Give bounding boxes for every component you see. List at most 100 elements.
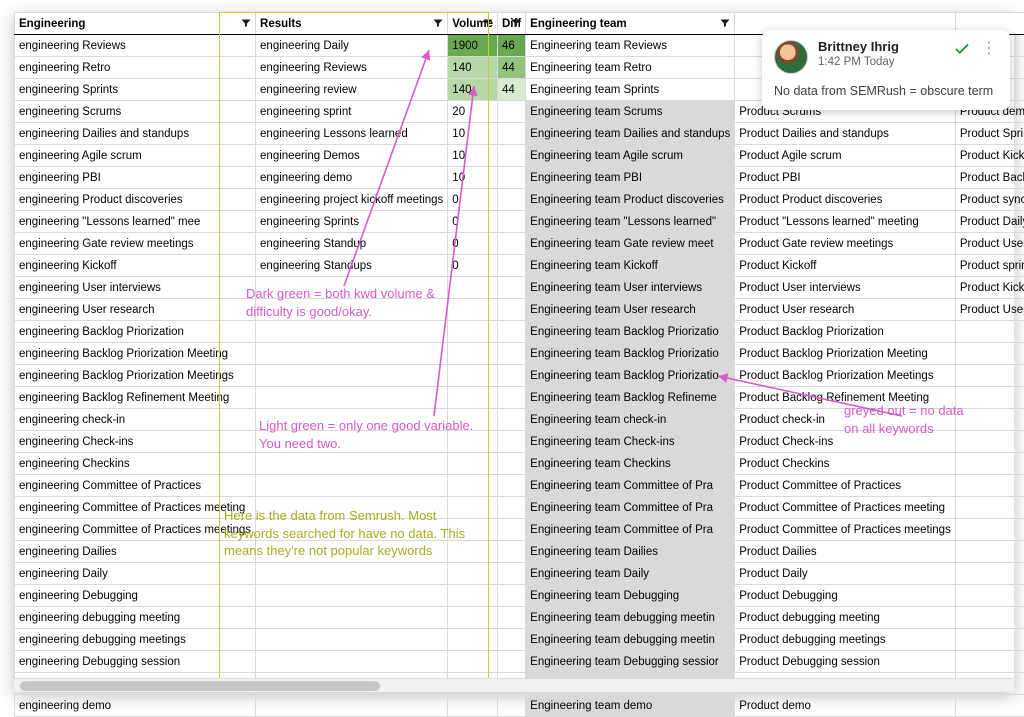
cell[interactable]: 0 bbox=[448, 233, 498, 255]
cell[interactable]: Engineering team Scrums bbox=[526, 101, 735, 123]
table-row[interactable]: engineering Committee of Practices meeti… bbox=[15, 497, 1024, 519]
table-row[interactable]: engineering Dailies Engineering team Dail… bbox=[15, 541, 1024, 563]
cell[interactable]: Product debugging meeting bbox=[735, 607, 956, 629]
table-row[interactable]: engineering DebuggingEngineering team De… bbox=[15, 585, 1024, 607]
cell[interactable]: Engineering team PBI bbox=[526, 167, 735, 189]
cell[interactable] bbox=[448, 497, 498, 519]
cell[interactable]: Product Committee of Practices meeting bbox=[735, 497, 956, 519]
cell[interactable] bbox=[497, 189, 525, 211]
cell[interactable]: engineering Debugging session bbox=[15, 651, 256, 673]
cell[interactable] bbox=[955, 409, 1024, 431]
cell[interactable]: engineering Lessons learned bbox=[256, 123, 448, 145]
cell[interactable]: Product Kickoff bbox=[955, 277, 1024, 299]
cell[interactable] bbox=[256, 453, 448, 475]
cell[interactable]: Product User research bbox=[735, 299, 956, 321]
cell[interactable]: engineering Backlog Priorization Meeting bbox=[15, 343, 256, 365]
cell[interactable]: Product sprint bbox=[955, 255, 1024, 277]
cell[interactable]: engineering project kickoff meetings bbox=[256, 189, 448, 211]
table-row[interactable]: engineering Backlog Refinement MeetingEn… bbox=[15, 387, 1024, 409]
cell[interactable]: 10 bbox=[448, 145, 498, 167]
cell[interactable] bbox=[448, 607, 498, 629]
cell[interactable] bbox=[448, 629, 498, 651]
table-row[interactable]: engineering Committee of Practices meeti… bbox=[15, 519, 1024, 541]
cell[interactable]: Product Debugging bbox=[735, 585, 956, 607]
cell[interactable]: engineering Dailies and standups bbox=[15, 123, 256, 145]
cell[interactable]: Product PBI bbox=[735, 167, 956, 189]
filter-icon[interactable] bbox=[719, 17, 731, 29]
cell[interactable] bbox=[497, 343, 525, 365]
cell[interactable] bbox=[256, 409, 448, 431]
cell[interactable] bbox=[497, 233, 525, 255]
cell[interactable] bbox=[497, 255, 525, 277]
cell[interactable] bbox=[497, 629, 525, 651]
table-row[interactable]: engineering DailyEngineering team DailyP… bbox=[15, 563, 1024, 585]
cell[interactable]: engineering Backlog Refinement Meeting bbox=[15, 387, 256, 409]
cell[interactable]: engineering Backlog Priorization Meeting… bbox=[15, 365, 256, 387]
header-volume[interactable]: Volume bbox=[448, 13, 498, 35]
cell[interactable] bbox=[497, 167, 525, 189]
cell[interactable]: Product Kickoff bbox=[735, 255, 956, 277]
cell[interactable]: engineering check-in bbox=[15, 409, 256, 431]
table-row[interactable]: engineering User interviewsEngineering t… bbox=[15, 277, 1024, 299]
cell[interactable]: Engineering team Gate review meet bbox=[526, 233, 735, 255]
cell[interactable]: Engineering team Product discoveries bbox=[526, 189, 735, 211]
cell[interactable]: Product Daily bbox=[735, 563, 956, 585]
table-row[interactable]: engineering Dailies and standupsengineer… bbox=[15, 123, 1024, 145]
cell[interactable] bbox=[955, 365, 1024, 387]
cell[interactable]: 44 bbox=[497, 79, 525, 101]
cell[interactable]: Engineering team Dailies bbox=[526, 541, 735, 563]
cell[interactable]: Engineering team Sprints bbox=[526, 79, 735, 101]
cell[interactable] bbox=[256, 387, 448, 409]
cell[interactable]: Product User res bbox=[955, 233, 1024, 255]
cell[interactable]: engineering Dailies bbox=[15, 541, 256, 563]
cell[interactable] bbox=[955, 431, 1024, 453]
cell[interactable] bbox=[256, 629, 448, 651]
cell[interactable] bbox=[448, 475, 498, 497]
cell[interactable] bbox=[955, 387, 1024, 409]
cell[interactable]: Product Product discoveries bbox=[735, 189, 956, 211]
cell[interactable]: Product Kickoff m bbox=[955, 145, 1024, 167]
horizontal-scrollbar[interactable] bbox=[14, 678, 1014, 692]
cell[interactable] bbox=[497, 453, 525, 475]
cell[interactable] bbox=[256, 651, 448, 673]
cell[interactable]: Engineering team "Lessons learned" bbox=[526, 211, 735, 233]
cell[interactable] bbox=[448, 695, 498, 717]
cell[interactable] bbox=[955, 651, 1024, 673]
cell[interactable]: 0 bbox=[448, 211, 498, 233]
cell[interactable]: Engineering team Kickoff bbox=[526, 255, 735, 277]
table-row[interactable]: engineering Backlog PriorizationEngineer… bbox=[15, 321, 1024, 343]
table-row[interactable]: engineering Committee of PracticesEngine… bbox=[15, 475, 1024, 497]
cell[interactable] bbox=[448, 299, 498, 321]
cell[interactable]: Engineering team Backlog Priorizatio bbox=[526, 365, 735, 387]
cell[interactable]: Engineering team Agile scrum bbox=[526, 145, 735, 167]
cell[interactable] bbox=[497, 321, 525, 343]
cell[interactable] bbox=[497, 409, 525, 431]
cell[interactable] bbox=[497, 145, 525, 167]
cell[interactable]: engineering Kickoff bbox=[15, 255, 256, 277]
filter-icon[interactable] bbox=[240, 17, 252, 29]
cell[interactable]: engineering Committee of Practices bbox=[15, 475, 256, 497]
table-row[interactable]: engineering Kickoffengineering Standups0… bbox=[15, 255, 1024, 277]
cell[interactable] bbox=[256, 607, 448, 629]
cell[interactable]: Product User interviews bbox=[735, 277, 956, 299]
cell[interactable]: Engineering team Debugging sessior bbox=[526, 651, 735, 673]
cell[interactable]: engineering PBI bbox=[15, 167, 256, 189]
cell[interactable] bbox=[448, 651, 498, 673]
cell[interactable]: engineering Reviews bbox=[256, 57, 448, 79]
cell[interactable]: Engineering team check-in bbox=[526, 409, 735, 431]
cell[interactable]: engineering Reviews bbox=[15, 35, 256, 57]
cell[interactable]: Engineering team Reviews bbox=[526, 35, 735, 57]
cell[interactable] bbox=[256, 475, 448, 497]
cell[interactable] bbox=[497, 607, 525, 629]
cell[interactable]: Product demo bbox=[735, 695, 956, 717]
cell[interactable]: Product Agile scrum bbox=[735, 145, 956, 167]
table-row[interactable]: engineering Debugging session Engineering… bbox=[15, 651, 1024, 673]
scrollbar-thumb[interactable] bbox=[20, 681, 380, 691]
resolve-icon[interactable] bbox=[953, 40, 971, 58]
header-results[interactable]: Results bbox=[256, 13, 448, 35]
cell[interactable]: engineering Retro bbox=[15, 57, 256, 79]
cell[interactable]: engineering Committee of Practices meeti… bbox=[15, 519, 256, 541]
cell[interactable]: Engineering team debugging meetin bbox=[526, 607, 735, 629]
cell[interactable] bbox=[955, 563, 1024, 585]
cell[interactable] bbox=[448, 453, 498, 475]
